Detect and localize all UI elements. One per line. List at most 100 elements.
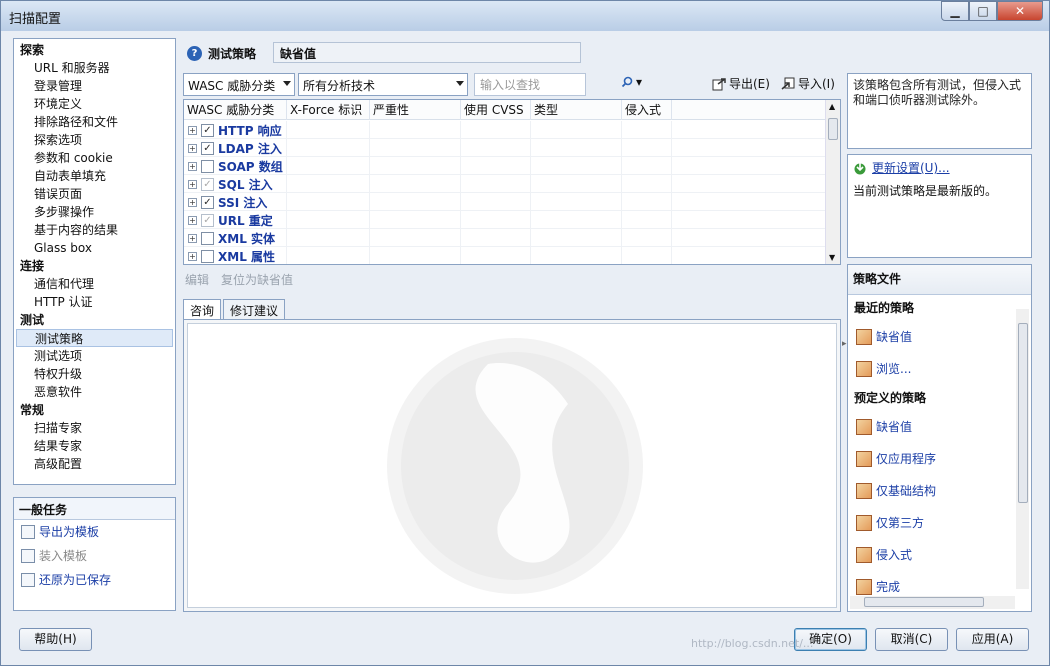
scroll-thumb[interactable]	[1018, 323, 1028, 503]
category-select[interactable]: WASC 威胁分类	[183, 73, 295, 96]
row-checkbox[interactable]	[201, 231, 214, 245]
nav-item[interactable]: 参数和 cookie	[14, 149, 175, 167]
scroll-thumb[interactable]	[828, 118, 838, 140]
table-row[interactable]: + ✓ URL 重定	[184, 211, 826, 229]
nav-item[interactable]: 排除路径和文件	[14, 113, 175, 131]
search-options-button[interactable]: ▾	[621, 75, 642, 89]
grid-scrollbar[interactable]: ▲ ▼	[825, 100, 840, 264]
cancel-button[interactable]: 取消(C)	[875, 628, 948, 651]
task-item[interactable]: 装入模板	[14, 544, 175, 568]
row-checkbox[interactable]	[201, 249, 214, 263]
predefined-policy-link[interactable]: 仅第三方	[848, 507, 1031, 539]
maximize-button[interactable]: □	[969, 1, 997, 21]
scroll-thumb[interactable]	[864, 597, 984, 607]
column-header[interactable]: 侵入式	[622, 100, 672, 120]
nav-item[interactable]: 登录管理	[14, 77, 175, 95]
row-checkbox[interactable]: ✓	[201, 213, 214, 227]
reset-default-link[interactable]: 复位为缺省值	[221, 271, 293, 288]
update-settings-link[interactable]: 更新设置(U)...	[872, 159, 950, 176]
window-title: 扫描配置	[9, 12, 62, 27]
nav-item[interactable]: 基于内容的结果	[14, 221, 175, 239]
nav-item[interactable]: 探索选项	[14, 131, 175, 149]
nav-item[interactable]: HTTP 认证	[14, 293, 175, 311]
import-button[interactable]: 导入(I)	[781, 75, 835, 92]
nav-item[interactable]: 自动表单填充	[14, 167, 175, 185]
export-button[interactable]: 导出(E)	[712, 75, 770, 92]
policy-files-hscrollbar[interactable]	[850, 596, 1015, 609]
row-checkbox[interactable]: ✓	[201, 177, 214, 191]
tab-fix-recommendation[interactable]: 修订建议	[223, 299, 286, 320]
table-row[interactable]: + ✓ HTTP 响应	[184, 121, 826, 139]
task-link[interactable]: 导出为模板	[39, 520, 99, 544]
expand-icon[interactable]: +	[188, 251, 197, 261]
help-icon[interactable]: ?	[187, 45, 202, 61]
expand-icon[interactable]: +	[188, 233, 197, 243]
expand-icon[interactable]: +	[188, 161, 197, 171]
collapse-arrow-icon[interactable]: ▸	[842, 339, 847, 349]
task-item[interactable]: 导出为模板	[14, 520, 175, 544]
nav-item[interactable]: 测试选项	[14, 347, 175, 365]
scroll-up-icon[interactable]: ▲	[829, 102, 835, 111]
nav-item[interactable]: 环境定义	[14, 95, 175, 113]
scroll-down-icon[interactable]: ▼	[829, 253, 835, 262]
tab-advisory[interactable]: 咨询	[183, 299, 222, 321]
table-cell	[461, 121, 531, 139]
task-item[interactable]: 还原为已保存	[14, 568, 175, 592]
nav-item[interactable]: 特权升级	[14, 365, 175, 383]
table-row[interactable]: + XML 实体	[184, 229, 826, 247]
expand-icon[interactable]: +	[188, 125, 197, 135]
expand-icon[interactable]: +	[188, 179, 197, 189]
nav-item[interactable]: 通信和代理	[14, 275, 175, 293]
nav-item[interactable]: URL 和服务器	[14, 59, 175, 77]
expand-icon[interactable]: +	[188, 143, 197, 153]
table-row[interactable]: + XML 属性	[184, 247, 826, 264]
nav-group-title[interactable]: 测试	[14, 311, 175, 329]
nav-item[interactable]: 结果专家	[14, 437, 175, 455]
nav-group-title[interactable]: 探索	[14, 41, 175, 59]
help-button[interactable]: 帮助(H)	[19, 628, 92, 651]
nav-item[interactable]: 恶意软件	[14, 383, 175, 401]
tech-select[interactable]: 所有分析技术	[298, 73, 468, 96]
recent-policy-link[interactable]: 浏览...	[848, 353, 1031, 385]
edit-link[interactable]: 编辑	[185, 271, 209, 288]
expand-icon[interactable]: +	[188, 197, 197, 207]
policy-icon	[856, 547, 872, 563]
task-link[interactable]: 还原为已保存	[39, 568, 111, 592]
nav-item[interactable]: 测试策略	[16, 329, 173, 347]
nav-item[interactable]: Glass box	[14, 239, 175, 257]
nav-item[interactable]: 错误页面	[14, 185, 175, 203]
recent-policy-link[interactable]: 缺省值	[848, 321, 1031, 353]
row-checkbox[interactable]: ✓	[201, 195, 214, 209]
predefined-policy-link[interactable]: 侵入式	[848, 539, 1031, 571]
column-header[interactable]: WASC 威胁分类	[184, 100, 287, 120]
column-header[interactable]: X-Force 标识	[287, 100, 370, 120]
column-header[interactable]: 类型	[531, 100, 622, 120]
nav-item[interactable]: 多步骤操作	[14, 203, 175, 221]
column-header[interactable]: 严重性	[370, 100, 461, 120]
close-button[interactable]: ✕	[997, 1, 1043, 21]
row-checkbox[interactable]	[201, 159, 214, 173]
predefined-policy-link[interactable]: 仅应用程序	[848, 443, 1031, 475]
expand-icon[interactable]: +	[188, 215, 197, 225]
table-row[interactable]: + ✓ SQL 注入	[184, 175, 826, 193]
scan-config-window: 扫描配置 ▁ □ ✕ 探索 URL 和服务器 登录管理 环境定义 排除路径和文件 探索选项…	[0, 0, 1050, 666]
nav-group-title[interactable]: 连接	[14, 257, 175, 275]
nav-group-title[interactable]: 常规	[14, 401, 175, 419]
table-row[interactable]: + SOAP 数组	[184, 157, 826, 175]
search-input[interactable]	[474, 73, 586, 96]
task-icon	[21, 525, 35, 539]
nav-item[interactable]: 高级配置	[14, 455, 175, 473]
policy-files-scrollbar[interactable]	[1016, 309, 1029, 589]
table-row[interactable]: + ✓ LDAP 注入	[184, 139, 826, 157]
row-checkbox[interactable]: ✓	[201, 123, 214, 137]
task-link[interactable]: 装入模板	[39, 544, 87, 568]
minimize-button[interactable]: ▁	[941, 1, 969, 21]
predefined-policy-link[interactable]: 缺省值	[848, 411, 1031, 443]
apply-button[interactable]: 应用(A)	[956, 628, 1029, 651]
table-cell	[622, 193, 672, 211]
row-checkbox[interactable]: ✓	[201, 141, 214, 155]
nav-item[interactable]: 扫描专家	[14, 419, 175, 437]
predefined-policy-link[interactable]: 仅基础结构	[848, 475, 1031, 507]
table-row[interactable]: + ✓ SSI 注入	[184, 193, 826, 211]
column-header[interactable]: 使用 CVSS	[461, 100, 531, 120]
